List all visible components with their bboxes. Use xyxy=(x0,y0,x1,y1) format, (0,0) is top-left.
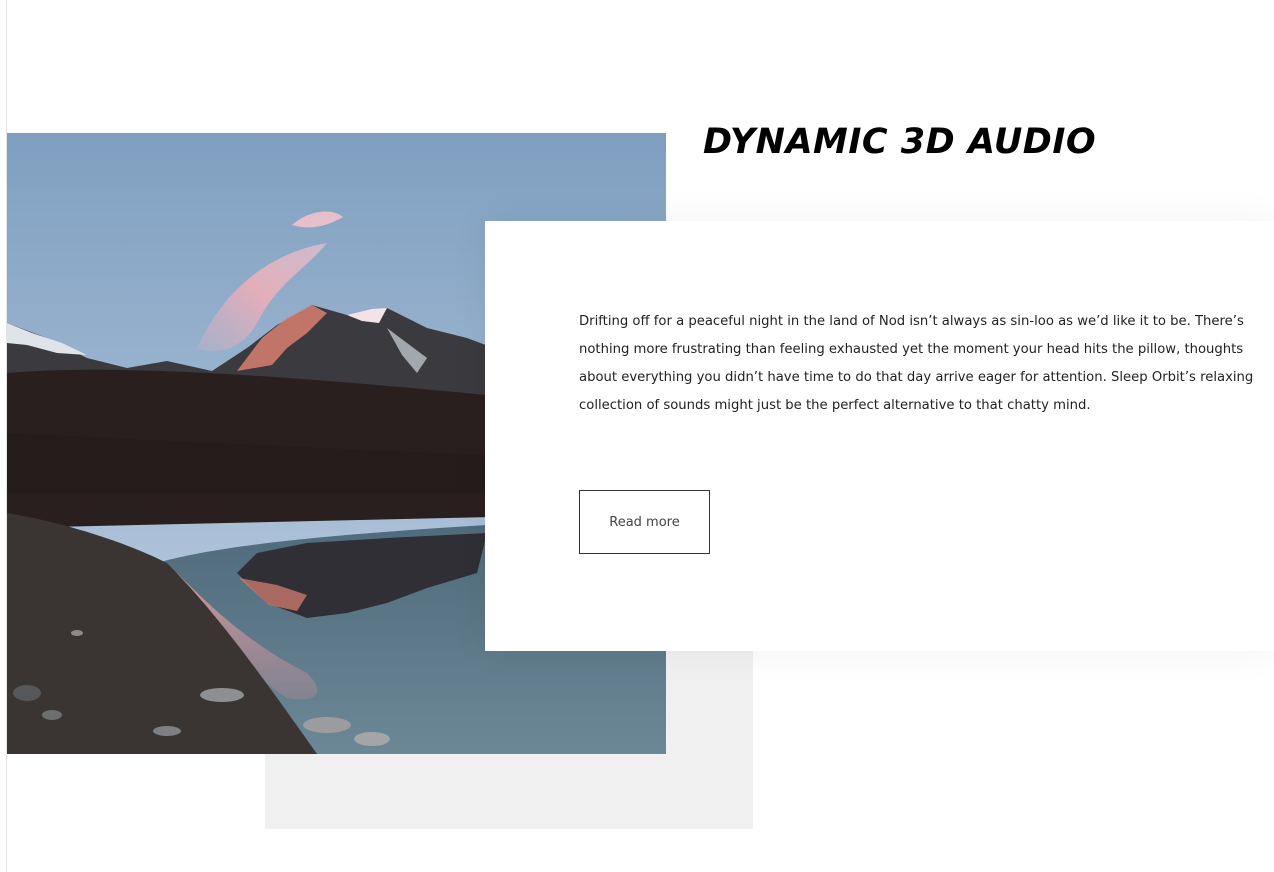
content-card: Drifting off for a peaceful night in the… xyxy=(485,221,1274,651)
read-more-button[interactable]: Read more xyxy=(579,490,710,554)
page: DYNAMIC 3D AUDIO Drifting off for a peac… xyxy=(0,0,1274,872)
page-title: DYNAMIC 3D AUDIO xyxy=(703,122,1097,162)
body-paragraph: Drifting off for a peaceful night in the… xyxy=(579,314,1254,413)
